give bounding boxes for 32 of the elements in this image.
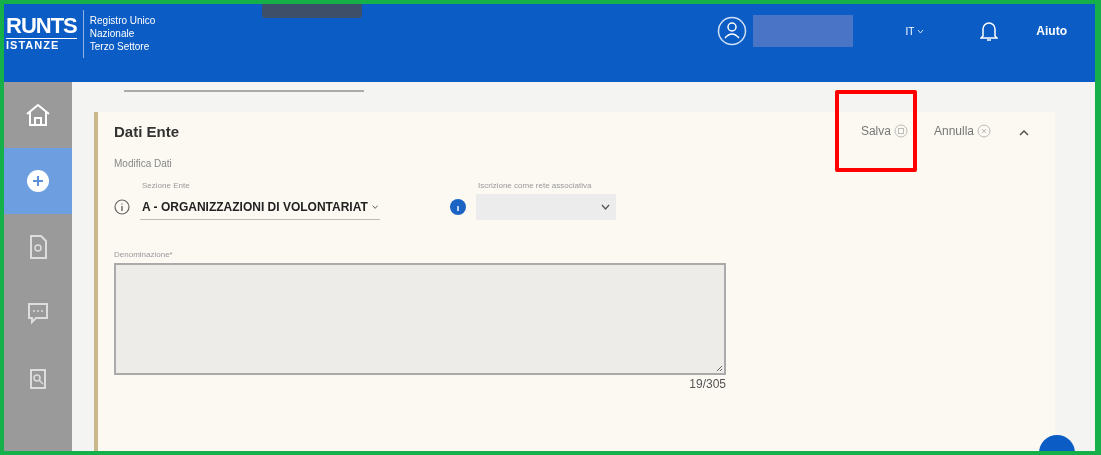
logo-subtitle: ISTANZE: [6, 38, 77, 51]
help-link[interactable]: Aiuto: [1036, 24, 1067, 38]
chevron-icon: [1019, 129, 1029, 136]
info-icon[interactable]: [450, 199, 466, 215]
add-icon: [24, 167, 52, 195]
user-avatar-icon[interactable]: [717, 16, 748, 46]
select-field[interactable]: [476, 194, 616, 220]
text-area[interactable]: [114, 263, 726, 375]
logo-title: RUNTS: [6, 14, 77, 38]
language-selector[interactable]: IT: [905, 25, 925, 37]
select-field[interactable]: A - ORGANIZZAZIONI DI VOLONTARIAT: [140, 194, 380, 220]
registry-name-line: Terzo Settore: [89, 40, 151, 53]
resize-grip-icon: [716, 365, 723, 372]
cancel-button[interactable]: Annulla: [929, 120, 995, 142]
chevron-icon: [601, 204, 610, 210]
info-icon[interactable]: [114, 199, 130, 215]
character-counter: 19/305: [688, 377, 726, 391]
chevron-icon: [917, 28, 925, 34]
close-icon: [977, 124, 991, 138]
save-button[interactable]: Salva: [856, 120, 912, 142]
save-icon: [893, 124, 908, 138]
section-title: Dati Ente: [114, 122, 179, 140]
bell-icon[interactable]: [980, 20, 999, 42]
section-subtitle: Modifica Dati: [114, 158, 173, 169]
field-label: Iscrizione come rete associativa: [478, 181, 593, 190]
home-icon: [24, 101, 52, 129]
sidebar-item[interactable]: [4, 148, 72, 214]
field-label: Denominazione*: [114, 250, 174, 259]
registry-name-line: Nazionale: [89, 27, 136, 40]
chevron-icon: [371, 203, 378, 210]
field-label: Sezione Ente: [142, 181, 191, 190]
registry-name-line: Registro Unico: [89, 14, 156, 27]
